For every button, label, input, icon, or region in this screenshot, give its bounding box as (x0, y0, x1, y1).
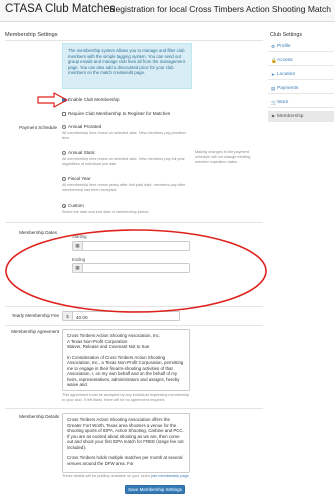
join-page-link[interactable]: join membership page (151, 474, 188, 478)
section-title: Membership Settings (5, 32, 58, 38)
location-icon: ➤ (271, 72, 275, 77)
option-annual-prorated-help: All membership fees renew on selected da… (62, 131, 186, 140)
yearly-fee-value: 40.00 (76, 314, 88, 320)
sidebar-item-store[interactable]: 🛒 Store (268, 97, 334, 108)
agreement-line: Waiver, Release and Covenant Not to Sue (67, 344, 150, 349)
membership-icon: ⚑ (271, 114, 276, 119)
require-membership-checkbox[interactable] (62, 112, 66, 116)
sidebar-item-location[interactable]: ➤ Location (268, 69, 334, 80)
page-heading: Registration for local Cross Timbers Act… (109, 4, 331, 14)
dates-divider (5, 222, 263, 223)
details-divider (5, 408, 263, 409)
details-paragraph: Cross Timbers Action Shooting Associatio… (67, 417, 184, 450)
option-fiscal-year-label: Fiscal Year (68, 176, 91, 181)
membership-details-textarea[interactable]: Cross Timbers Action Shooting Associatio… (62, 413, 190, 473)
sidebar-item-label: Payments (277, 85, 299, 91)
option-custom-help: Select the start and end date of members… (62, 210, 149, 214)
agreement-help: This agreement must be accepted by any i… (62, 393, 190, 402)
radio-annual-static[interactable] (62, 151, 66, 155)
radio-fiscal-year[interactable] (62, 177, 66, 181)
agreement-line: In Consideration of Cross Timbers Action… (67, 354, 184, 388)
option-fiscal-year-help: All membership fees renew yearly after f… (62, 183, 186, 192)
option-custom-label: Custom (68, 203, 84, 208)
annotation-arrow-icon (37, 92, 68, 108)
app-title[interactable]: CTASA Club Matches (5, 3, 115, 15)
sidebar-item-label: Access (277, 57, 293, 63)
schedule-side-note: Making changes to the payment schedule w… (195, 150, 251, 164)
radio-custom[interactable] (62, 204, 66, 208)
info-alert: The membership system allows you to mana… (62, 43, 192, 89)
details-paragraph: Cross Timbers holds multiple matches per… (67, 455, 183, 466)
annotation-ellipse (5, 229, 267, 313)
lock-icon: 🔒 (271, 58, 277, 63)
sidebar-item-access[interactable]: 🔒 Access (268, 55, 334, 66)
details-help-text: These details will be publicly available… (62, 474, 152, 478)
option-annual-static-label: Annual Static (68, 150, 96, 155)
option-annual-static-help: All membership fees renew on selected da… (62, 157, 185, 166)
sidebar-item-label: Membership (277, 113, 304, 119)
gear-icon: ⚙ (271, 44, 276, 49)
membership-details-label: Membership Details (19, 414, 59, 419)
option-annual-prorated-label: Annual Prorated (68, 124, 102, 129)
cart-icon: 🛒 (271, 100, 277, 105)
sidebar-item-membership[interactable]: ⚑ Membership (268, 111, 334, 122)
section-divider (5, 40, 263, 41)
details-help: These details will be publicly available… (62, 474, 192, 479)
enable-membership-label: Enable Club Membership (68, 97, 120, 102)
payments-icon: ▤ (271, 86, 276, 91)
sidebar-item-label: Profile (277, 43, 291, 49)
membership-agreement-label: Membership Agreement (11, 329, 59, 334)
sidebar-item-label: Store (277, 99, 289, 105)
club-settings-title: Club Settings (270, 32, 303, 38)
save-membership-settings-button[interactable]: Save Membership Settings (125, 485, 185, 494)
require-membership-label: Require Club Membership to Register for … (68, 111, 171, 116)
sidebar-item-label: Location (277, 71, 296, 77)
radio-annual-prorated[interactable] (62, 125, 66, 129)
payment-schedule-label: Payment Schedule (19, 125, 57, 130)
sidebar-item-payments[interactable]: ▤ Payments (268, 83, 334, 94)
top-bar: CTASA Club Matches Registration for loca… (0, 0, 335, 22)
membership-agreement-textarea[interactable]: Cross Timbers Action Shooting Associatio… (62, 329, 190, 391)
sidebar-item-profile[interactable]: ⚙ Profile (268, 41, 334, 52)
agreement-divider (5, 325, 263, 326)
